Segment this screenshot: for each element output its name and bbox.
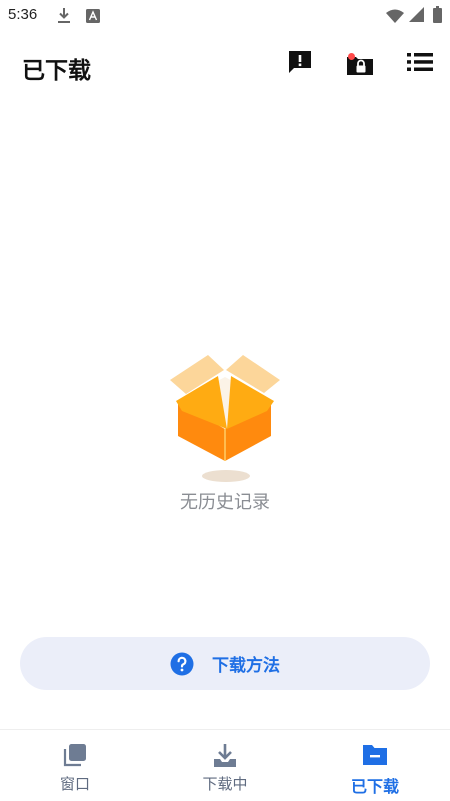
help-label: 下载方法 xyxy=(212,656,280,676)
window-icon xyxy=(62,742,88,768)
nav-label-window: 窗口 xyxy=(59,775,90,793)
wifi-icon xyxy=(386,8,404,27)
nav-item-downloaded[interactable]: 已下载 xyxy=(300,730,450,801)
a-notification-icon xyxy=(86,8,100,27)
status-time: 5:36 xyxy=(8,6,38,23)
signal-icon xyxy=(409,7,424,26)
feedback-button[interactable] xyxy=(284,48,316,80)
nav-label-downloading: 下载中 xyxy=(202,775,248,793)
download-icon xyxy=(56,7,72,29)
private-folder-button[interactable] xyxy=(344,48,376,80)
feedback-icon xyxy=(287,49,313,79)
empty-state: 无历史记录 xyxy=(0,345,450,520)
status-bar: 5:36 xyxy=(0,0,450,32)
battery-icon xyxy=(433,6,442,27)
open-box-icon xyxy=(166,350,284,482)
nav-item-downloading[interactable]: 下载中 xyxy=(150,730,300,801)
list-menu-icon xyxy=(406,50,434,78)
question-icon xyxy=(170,652,194,676)
private-folder-icon xyxy=(345,51,375,77)
downloaded-folder-icon xyxy=(362,742,388,768)
notification-dot xyxy=(348,53,355,60)
page-title: 已下载 xyxy=(22,58,91,84)
download-tray-icon xyxy=(212,742,238,768)
nav-label-downloaded: 已下载 xyxy=(350,777,399,796)
empty-state-text: 无历史记录 xyxy=(180,492,270,513)
download-help-button[interactable]: 下载方法 xyxy=(20,637,430,690)
app-bar: 已下载 xyxy=(0,32,450,98)
list-menu-button[interactable] xyxy=(404,48,436,80)
nav-item-window[interactable]: 窗口 xyxy=(0,730,150,801)
bottom-nav: 窗口 下载中 已下载 xyxy=(0,729,450,801)
